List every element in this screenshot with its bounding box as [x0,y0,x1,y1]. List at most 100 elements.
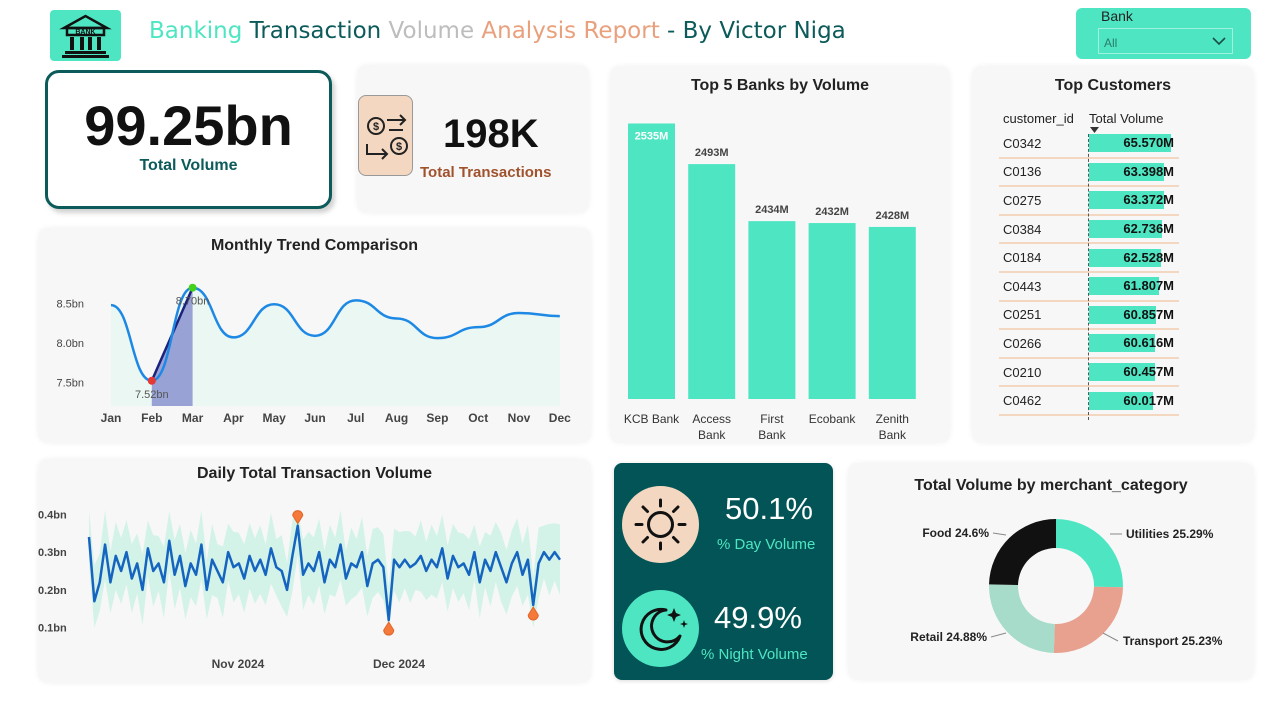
customer-id-cell: C0251 [1003,307,1042,323]
money-exchange-icon: $ $ [358,95,413,176]
bank-bar[interactable] [868,226,916,399]
logo-text: BANK [75,29,95,36]
top-customers-table: customer_id Total Volume C0342 65.570M C01… [999,106,1179,416]
customer-id-cell: C0342 [1003,135,1042,151]
bank-icon: BANK [59,14,112,58]
monthly-x-tick: May [263,411,287,425]
bank-bar-label: 2432M [815,206,849,218]
monthly-trend-chart: 8.5bn 8.0bn 7.5bn 7.52bn 8.70bn Jan Feb Mar Apr M… [56,283,571,425]
donut-leader-line [1102,632,1119,642]
donut-slice-label: Transport 25.23% [1123,634,1223,648]
daily-volume-chart: 0.4bn 0.3bn 0.2bn 0.1bn Nov 2024 Dec 2024 [38,509,562,671]
title-part-transaction: Transaction [249,18,382,44]
daily-y-tick: 0.2bn [38,585,67,597]
day-volume-label: % Day Volume [717,536,816,553]
merchant-category-card: Total Volume by merchant_category Utilit… [848,463,1254,680]
total-volume-value: 99.25bn [84,94,293,157]
monthly-x-tick: Mar [182,411,204,425]
monthly-low-point [147,376,156,385]
total-volume-cell: 62.736M [1089,219,1179,239]
table-row[interactable]: C0275 63.372M [999,187,1179,216]
col-total-volume-header[interactable]: Total Volume [1089,110,1179,133]
top5-banks-chart: 2535M KCB Bank 2493M Access Bank 2434M First Ba… [624,123,916,442]
total-volume-cell: 60.616M [1089,333,1179,353]
donut-slice[interactable] [1053,586,1123,653]
table-row[interactable]: C0136 63.398M [999,159,1179,188]
day-volume-value: 50.1% [725,491,813,526]
total-volume-cell: 63.372M [1089,190,1179,210]
table-row[interactable]: C0384 62.736M [999,216,1179,245]
donut-slice[interactable] [989,519,1056,586]
total-volume-label: Total Volume [139,157,238,174]
bank-category-label: Access Bank [692,412,731,442]
monthly-high-label: 8.70bn [176,296,210,308]
sun-icon [622,486,699,563]
kpi-total-volume: 99.25bn Total Volume [45,70,332,209]
svg-text:$: $ [396,141,402,153]
day-night-card: 50.1% % Day Volume 49.9% % Night Volume [614,463,833,680]
table-row[interactable]: C0462 60.017M [999,387,1179,416]
daily-x-tick: Dec 2024 [373,657,425,671]
bank-category-label: Zenith Bank [876,412,909,442]
col-customer-id-header[interactable]: customer_id [999,111,1089,126]
donut-slice[interactable] [1056,519,1123,588]
total-volume-value: 65.570M [1123,135,1174,151]
night-volume-value: 49.9% [714,600,802,635]
bank-bar[interactable] [688,164,736,399]
bank-slicer[interactable]: Bank All [1076,8,1251,59]
night-volume-label: % Night Volume [701,646,808,663]
total-volume-value: 62.528M [1123,249,1174,265]
customer-id-cell: C0275 [1003,192,1042,208]
table-row[interactable]: C0443 61.807M [999,273,1179,302]
bank-bar[interactable] [808,223,856,399]
bank-dropdown[interactable]: All [1098,28,1233,54]
top-customers-card: Top Customers customer_id Total Volume C… [972,66,1254,443]
customer-id-cell: C0184 [1003,250,1042,266]
table-row[interactable]: C0210 60.457M [999,359,1179,388]
customer-id-cell: C0210 [1003,364,1042,380]
table-row[interactable]: C0184 62.528M [999,244,1179,273]
table-column-divider [1088,134,1089,420]
bank-bar-label: 2535M [635,131,669,143]
total-volume-cell: 65.570M [1089,133,1179,153]
daily-y-tick: 0.1bn [38,623,67,635]
monthly-x-tick: Apr [223,411,244,425]
total-volume-value: 63.398M [1123,163,1174,179]
customer-id-cell: C0266 [1003,335,1042,351]
total-volume-value: 63.372M [1123,192,1174,208]
title-part-banking: Banking [149,18,243,44]
bank-bar[interactable] [748,221,796,399]
bank-category-label: First Bank [758,412,786,442]
donut-slice-label: Food 24.6% [922,526,989,540]
total-volume-value: 60.616M [1123,335,1174,351]
donut-slice[interactable] [989,584,1055,653]
daily-volume-card: Daily Total Transaction Volume 0.4bn 0.3b… [38,459,591,683]
donut-slice-label: Retail 24.88% [910,630,987,644]
col-total-volume-label: Total Volume [1089,110,1164,126]
monthly-y-tick: 7.5bn [56,377,84,389]
title-part-author: - By Victor Niga [667,18,846,44]
monthly-x-tick: Feb [141,411,162,425]
total-volume-value: 60.857M [1123,306,1174,322]
bank-category-label: KCB Bank [624,412,680,426]
bank-dropdown-value: All [1104,36,1118,50]
monthly-x-tick: Jun [304,411,325,425]
bank-bar[interactable] [628,123,675,400]
table-row[interactable]: C0251 60.857M [999,302,1179,331]
chevron-down-icon[interactable] [1212,36,1226,46]
monthly-x-tick: Jan [101,411,122,425]
monthly-y-tick: 8.5bn [56,298,84,310]
table-row[interactable]: C0266 60.616M [999,330,1179,359]
daily-anomaly-marker[interactable] [383,621,395,636]
daily-y-tick: 0.3bn [38,547,67,559]
bank-category-label: Ecobank [809,412,857,426]
total-volume-value: 62.736M [1123,221,1174,237]
table-row[interactable]: C0342 65.570M [999,130,1179,159]
bank-bar-label: 2428M [875,210,909,222]
total-volume-cell: 62.528M [1089,248,1179,268]
monthly-x-tick: Jul [347,411,364,425]
bank-bar-label: 2434M [755,204,789,216]
total-volume-cell: 61.807M [1089,276,1179,296]
monthly-x-tick: Nov [508,411,531,425]
title-part-volume: Volume [388,18,475,44]
